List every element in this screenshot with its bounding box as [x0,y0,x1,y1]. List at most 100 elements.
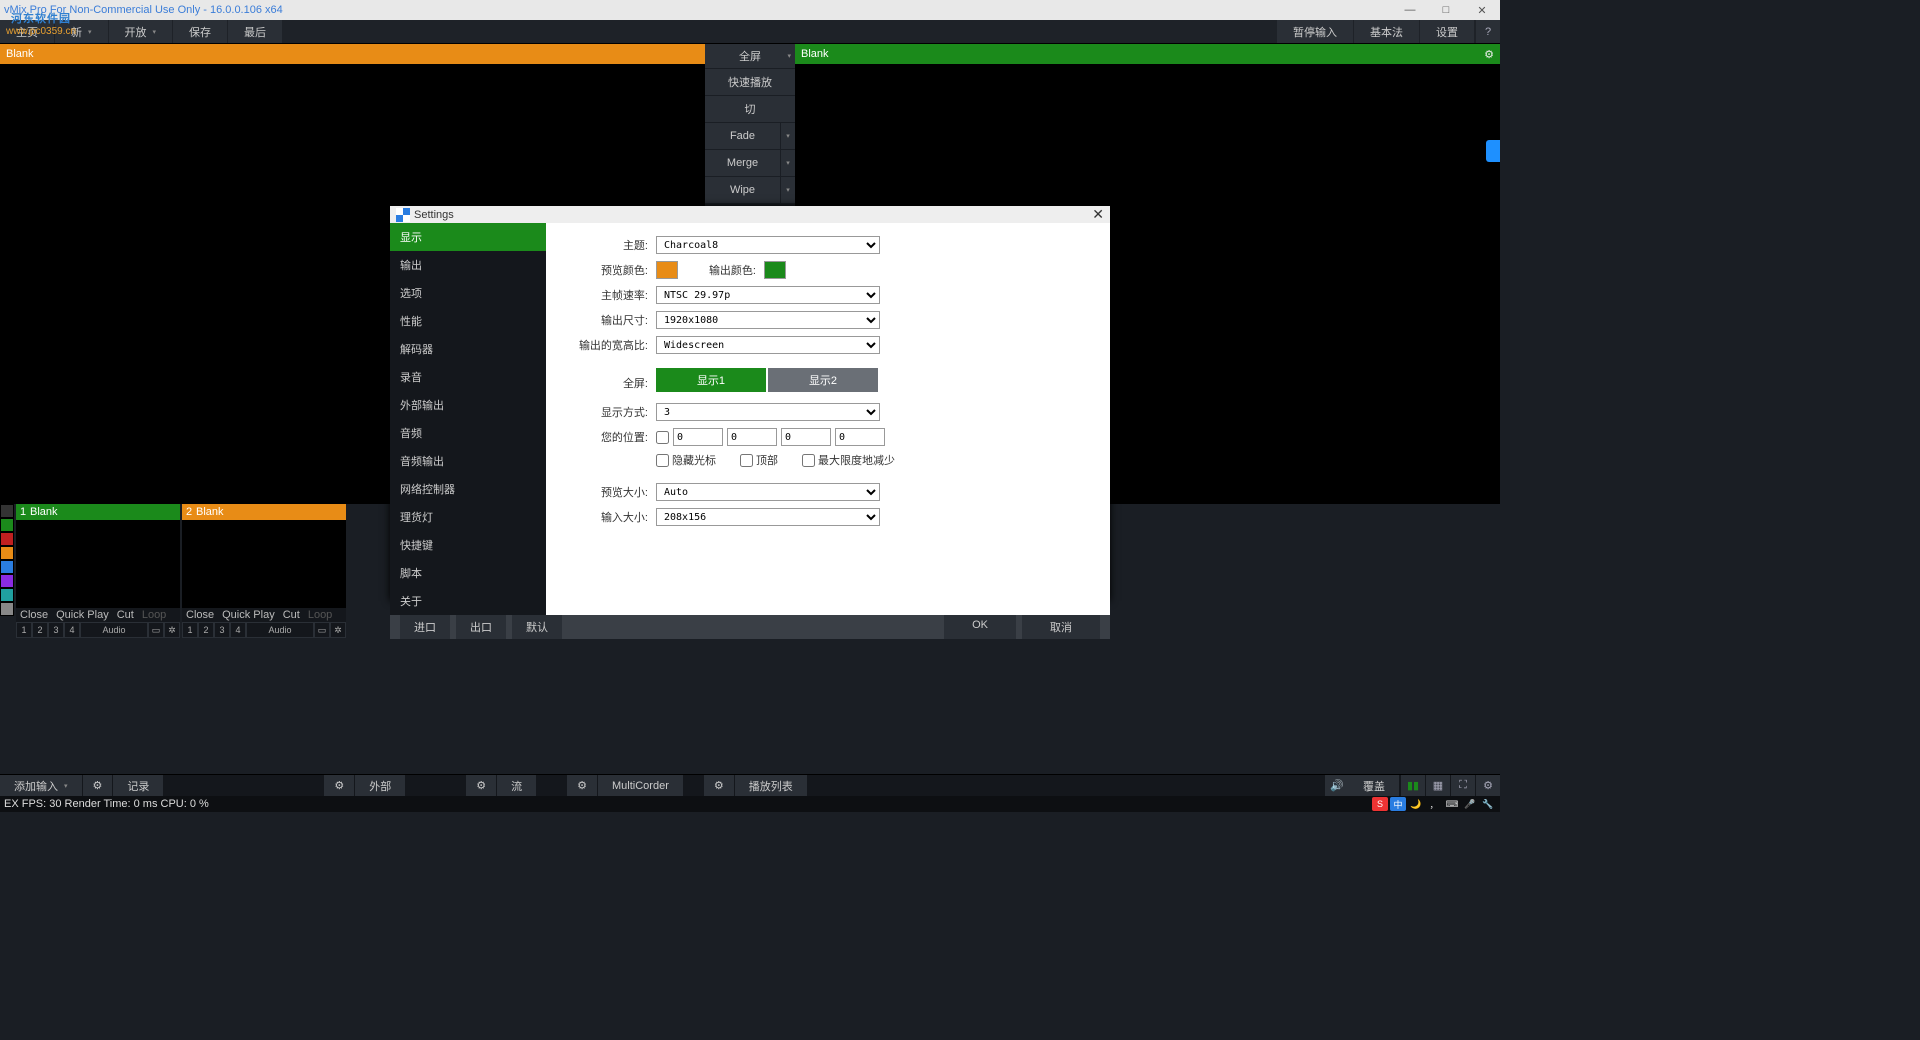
external-gear[interactable]: ⚙ [466,775,496,796]
input-loop[interactable]: Loop [138,608,170,622]
audio-meter-icon[interactable]: ▮▮ [1401,775,1425,796]
cut-button[interactable]: 切 [705,96,795,122]
displaymode-select[interactable]: 3 [656,403,880,421]
fullscreen-icon[interactable]: ⛶ [1451,775,1475,796]
sidebar-item-shortcut[interactable]: 快捷键 [390,531,546,559]
pos-h[interactable] [835,428,885,446]
add-input-gear[interactable]: ⚙ [83,775,113,796]
sidebar-item-external[interactable]: 外部输出 [390,391,546,419]
minimize-checkbox[interactable]: 最大限度地减少 [802,452,895,468]
basic-button[interactable]: 基本法 [1354,20,1419,43]
input-close[interactable]: Close [182,608,218,622]
bottom-gear-icon[interactable]: ⚙ [1476,775,1500,796]
overlay-3[interactable]: 3 [214,622,230,638]
hidecursor-checkbox[interactable]: 隐藏光标 [656,452,716,468]
framerate-select[interactable]: NTSC 29.97p [656,286,880,304]
overlay-2[interactable]: 2 [32,622,48,638]
pause-input-button[interactable]: 暂停输入 [1277,20,1353,43]
display1-tab[interactable]: 显示1 [656,368,766,392]
input-cut[interactable]: Cut [279,608,304,622]
sidebar-item-about[interactable]: 关于 [390,587,546,615]
sidebar-item-perf[interactable]: 性能 [390,307,546,335]
sidebar-item-audioout[interactable]: 音频输出 [390,447,546,475]
ime-mic-icon[interactable]: 🎤 [1462,797,1478,811]
input-monitor-icon[interactable]: ▭ [314,622,330,638]
save-button[interactable]: 保存 [173,20,227,43]
input-gear-icon[interactable]: ✲ [164,622,180,638]
previewcolor-swatch[interactable] [656,261,678,279]
pos-w[interactable] [781,428,831,446]
dialog-close-icon[interactable]: ✕ [1092,206,1104,223]
input-audio[interactable]: Audio [246,622,314,638]
record-button[interactable]: 记录 [113,775,163,796]
overlay-4[interactable]: 4 [64,622,80,638]
settings-button[interactable]: 设置 [1420,20,1474,43]
new-button[interactable]: 新 [55,20,108,43]
sidebar-item-record[interactable]: 录音 [390,363,546,391]
open-button[interactable]: 开放 [109,20,173,43]
outputsize-select[interactable]: 1920x1080 [656,311,880,329]
input-thumb-1[interactable] [16,520,180,608]
theme-select[interactable]: Charcoal8 [656,236,880,254]
overlay-3[interactable]: 3 [48,622,64,638]
sidebar-item-tally[interactable]: 理货灯 [390,503,546,531]
window-close[interactable]: ✕ [1464,0,1500,20]
output-gear-icon[interactable]: ⚙ [1484,48,1494,61]
display2-tab[interactable]: 显示2 [768,368,878,392]
help-button[interactable]: ? [1476,20,1500,43]
home-button[interactable]: 主页 [0,20,54,43]
window-minimize[interactable]: — [1392,0,1428,20]
ime-cn-icon[interactable]: 中 [1390,797,1406,811]
import-button[interactable]: 进口 [400,615,450,639]
sidebar-item-decoder[interactable]: 解码器 [390,335,546,363]
overlay-button[interactable]: 覆盖 [1349,775,1399,796]
overlay-1[interactable]: 1 [16,622,32,638]
ime-wrench-icon[interactable]: 🔧 [1480,797,1496,811]
fade-button[interactable]: Fade [705,123,780,149]
external-button[interactable]: 外部 [355,775,405,796]
input-audio[interactable]: Audio [80,622,148,638]
fade-dropdown[interactable]: ▾ [781,123,795,149]
top-checkbox[interactable]: 顶部 [740,452,778,468]
multiview-icon[interactable]: ▦ [1426,775,1450,796]
wipe-dropdown[interactable]: ▾ [781,177,795,203]
add-input-button[interactable]: 添加输入 [0,775,82,796]
input-cut[interactable]: Cut [113,608,138,622]
overlay-4[interactable]: 4 [230,622,246,638]
previewsize-select[interactable]: Auto [656,483,880,501]
input-quickplay[interactable]: Quick Play [52,608,113,622]
quickplay-button[interactable]: 快速播放 [705,69,795,95]
ime-moon-icon[interactable]: 🌙 [1408,797,1424,811]
sidebar-item-display[interactable]: 显示 [390,223,546,251]
record-gear[interactable]: ⚙ [324,775,354,796]
stream-gear[interactable]: ⚙ [567,775,597,796]
input-loop[interactable]: Loop [304,608,336,622]
pos-y[interactable] [727,428,777,446]
cancel-button[interactable]: 取消 [1022,615,1100,639]
input-monitor-icon[interactable]: ▭ [148,622,164,638]
outputcolor-swatch[interactable] [764,261,786,279]
speaker-icon[interactable]: 🔊 [1325,775,1349,796]
ok-button[interactable]: OK [944,615,1016,639]
pos-x[interactable] [673,428,723,446]
last-button[interactable]: 最后 [228,20,282,43]
overlay-1[interactable]: 1 [182,622,198,638]
input-gear-icon[interactable]: ✲ [330,622,346,638]
sidebar-item-script[interactable]: 脚本 [390,559,546,587]
merge-dropdown[interactable]: ▾ [781,150,795,176]
aspect-select[interactable]: Widescreen [656,336,880,354]
sidebar-item-webctrl[interactable]: 网络控制器 [390,475,546,503]
stream-button[interactable]: 流 [497,775,536,796]
multicorder-button[interactable]: MultiCorder [598,775,683,796]
inputsize-select[interactable]: 208x156 [656,508,880,526]
input-close[interactable]: Close [16,608,52,622]
merge-button[interactable]: Merge [705,150,780,176]
multicorder-gear[interactable]: ⚙ [704,775,734,796]
overlay-2[interactable]: 2 [198,622,214,638]
input-thumb-2[interactable] [182,520,346,608]
playlist-button[interactable]: 播放列表 [735,775,807,796]
default-button[interactable]: 默认 [512,615,562,639]
right-edge-tab[interactable] [1486,140,1500,162]
wipe-button[interactable]: Wipe [705,177,780,203]
ime-keyboard-icon[interactable]: ⌨ [1444,797,1460,811]
